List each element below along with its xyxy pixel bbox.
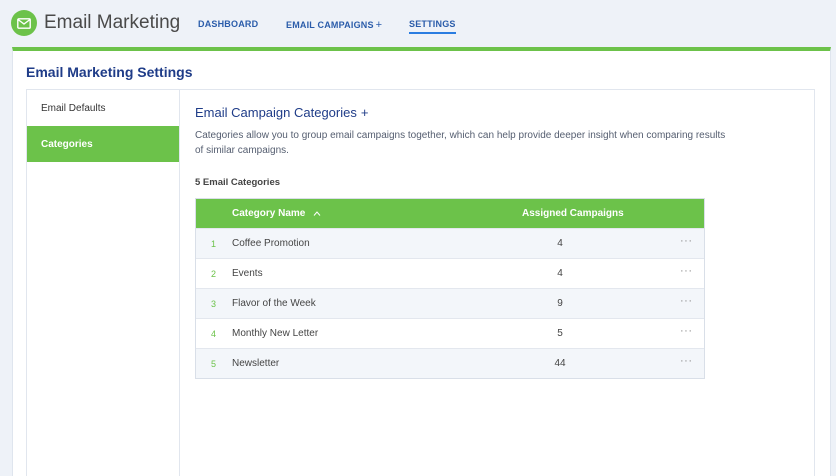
more-options-icon[interactable]: ··· [680, 325, 693, 337]
column-header-category-name[interactable]: Category Name [232, 208, 321, 219]
nav-dashboard[interactable]: DASHBOARD [198, 19, 258, 29]
page-title: Email Marketing Settings [26, 64, 193, 80]
assigned-count: 9 [557, 298, 563, 309]
category-name: Flavor of the Week [232, 298, 316, 309]
category-name: Events [232, 268, 263, 279]
more-options-icon[interactable]: ··· [680, 295, 693, 307]
category-name: Coffee Promotion [232, 238, 310, 249]
app-logo[interactable] [11, 10, 37, 36]
top-bar: Email Marketing DASHBOARD EMAIL CAMPAIGN… [0, 0, 836, 47]
category-name: Monthly New Letter [232, 328, 319, 339]
table-row[interactable]: 5 Newsletter 44 ··· [196, 348, 704, 378]
envelope-icon [17, 17, 31, 29]
table-row[interactable]: 2 Events 4 ··· [196, 258, 704, 288]
section-title-text: Email Campaign Categories [195, 105, 357, 120]
section-title: Email Campaign Categories + [195, 105, 368, 120]
row-number: 2 [211, 269, 217, 279]
table-header: Category Name Assigned Campaigns [196, 199, 704, 228]
sidebar-item-email-defaults[interactable]: Email Defaults [27, 90, 179, 126]
table-row[interactable]: 3 Flavor of the Week 9 ··· [196, 288, 704, 318]
add-category-icon[interactable]: + [361, 105, 369, 120]
category-count: 5 Email Categories [195, 177, 281, 188]
settings-card: Email Marketing Settings Email Defaults … [12, 47, 831, 476]
row-number: 1 [211, 239, 217, 249]
row-number: 4 [211, 329, 217, 339]
row-number: 5 [211, 359, 217, 369]
table-row[interactable]: 1 Coffee Promotion 4 ··· [196, 228, 704, 258]
column-header-category-name-label: Category Name [232, 208, 306, 219]
assigned-count: 44 [554, 358, 566, 369]
more-options-icon[interactable]: ··· [680, 235, 693, 247]
column-header-assigned-campaigns[interactable]: Assigned Campaigns [522, 208, 624, 219]
plus-icon[interactable]: + [376, 19, 383, 31]
assigned-count: 4 [557, 238, 563, 249]
row-number: 3 [211, 299, 217, 309]
table-row[interactable]: 4 Monthly New Letter 5 ··· [196, 318, 704, 348]
assigned-count: 5 [557, 328, 563, 339]
nav-settings[interactable]: SETTINGS [409, 19, 456, 34]
sort-ascending-icon [313, 211, 321, 216]
section-description: Categories allow you to group email camp… [195, 130, 726, 156]
category-name: Newsletter [232, 358, 280, 369]
assigned-count: 4 [557, 268, 563, 279]
settings-sidebar: Email Defaults Categories [27, 90, 180, 476]
categories-table: Category Name Assigned Campaigns 1 Coffe… [195, 198, 705, 379]
settings-panel: Email Defaults Categories Email Campaign… [26, 89, 815, 476]
more-options-icon[interactable]: ··· [680, 265, 693, 277]
sidebar-item-categories[interactable]: Categories [27, 126, 179, 162]
more-options-icon[interactable]: ··· [680, 355, 693, 367]
nav-email-campaigns[interactable]: EMAIL CAMPAIGNS + [286, 19, 382, 31]
app-title: Email Marketing [44, 12, 181, 33]
nav-email-campaigns-label: EMAIL CAMPAIGNS [286, 20, 374, 30]
